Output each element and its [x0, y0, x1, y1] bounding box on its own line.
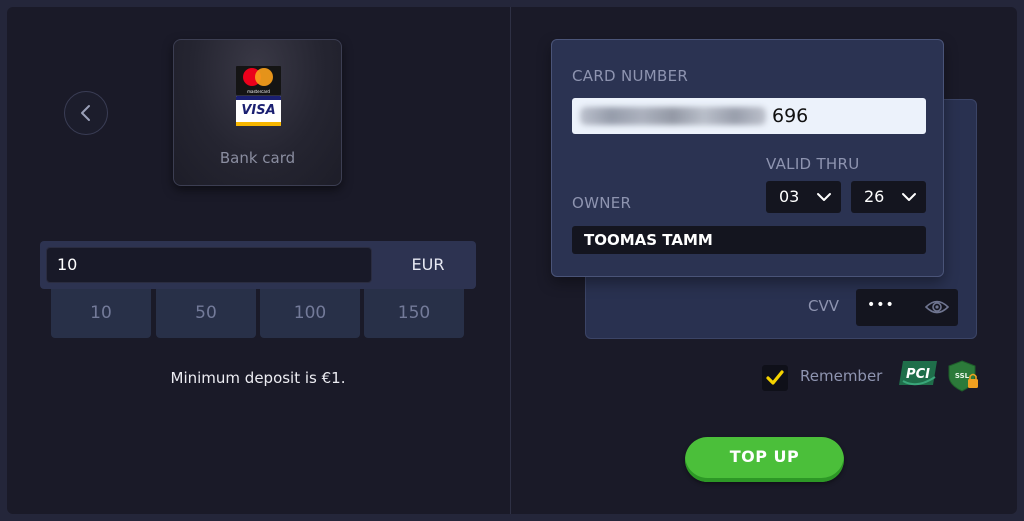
owner-input[interactable]: TOOMAS TAMM: [572, 226, 926, 254]
expiry-month-select[interactable]: 03: [766, 181, 841, 213]
chevron-down-icon: [817, 193, 831, 201]
expiry-year-value: 26: [864, 187, 885, 206]
ssl-badge-text: SSL: [955, 372, 970, 380]
currency-label: EUR: [411, 255, 445, 274]
pci-badge: PCI: [899, 361, 937, 386]
chevron-left-icon: [81, 105, 90, 121]
preset-amount-150[interactable]: 150: [364, 289, 464, 338]
preset-amount-10[interactable]: 10: [51, 289, 151, 338]
cvv-input[interactable]: •••: [856, 289, 958, 326]
chevron-down-icon: [902, 193, 916, 201]
remember-checkbox[interactable]: [762, 365, 788, 391]
card-front: CARD NUMBER 696 VALID THRU 03 26 OWNER T…: [551, 39, 944, 277]
check-icon: [766, 370, 784, 385]
payment-method-bank-card[interactable]: mastercard VISA Bank card: [173, 39, 342, 186]
expiry-month-value: 03: [779, 187, 800, 206]
minimum-deposit-note: Minimum deposit is €1.: [170, 369, 346, 387]
valid-thru-label: VALID THRU: [766, 155, 860, 173]
preset-amount-100[interactable]: 100: [260, 289, 360, 338]
amount-panel: 10 EUR: [40, 241, 476, 289]
ssl-lock-badge: SSL: [948, 360, 978, 392]
owner-label: OWNER: [572, 194, 632, 212]
card-number-blurred: [580, 107, 766, 125]
payment-method-label: Bank card: [219, 149, 296, 167]
eye-icon[interactable]: [925, 298, 949, 316]
expiry-year-select[interactable]: 26: [851, 181, 926, 213]
remember-label: Remember: [800, 367, 883, 385]
cvv-masked-value: •••: [867, 297, 895, 313]
mastercard-logo: mastercard: [236, 66, 281, 95]
amount-input[interactable]: 10: [46, 247, 372, 283]
card-number-label: CARD NUMBER: [572, 67, 689, 85]
card-number-input[interactable]: 696: [572, 98, 926, 134]
pci-badge-text: PCI: [906, 367, 930, 382]
visa-logo: VISA: [236, 96, 281, 126]
cvv-label: CVV: [808, 297, 839, 315]
top-up-button[interactable]: TOP UP: [685, 437, 844, 482]
card-number-tail: 696: [772, 105, 809, 127]
back-button[interactable]: [64, 91, 108, 135]
preset-amount-50[interactable]: 50: [156, 289, 256, 338]
panel-divider: [510, 7, 511, 514]
